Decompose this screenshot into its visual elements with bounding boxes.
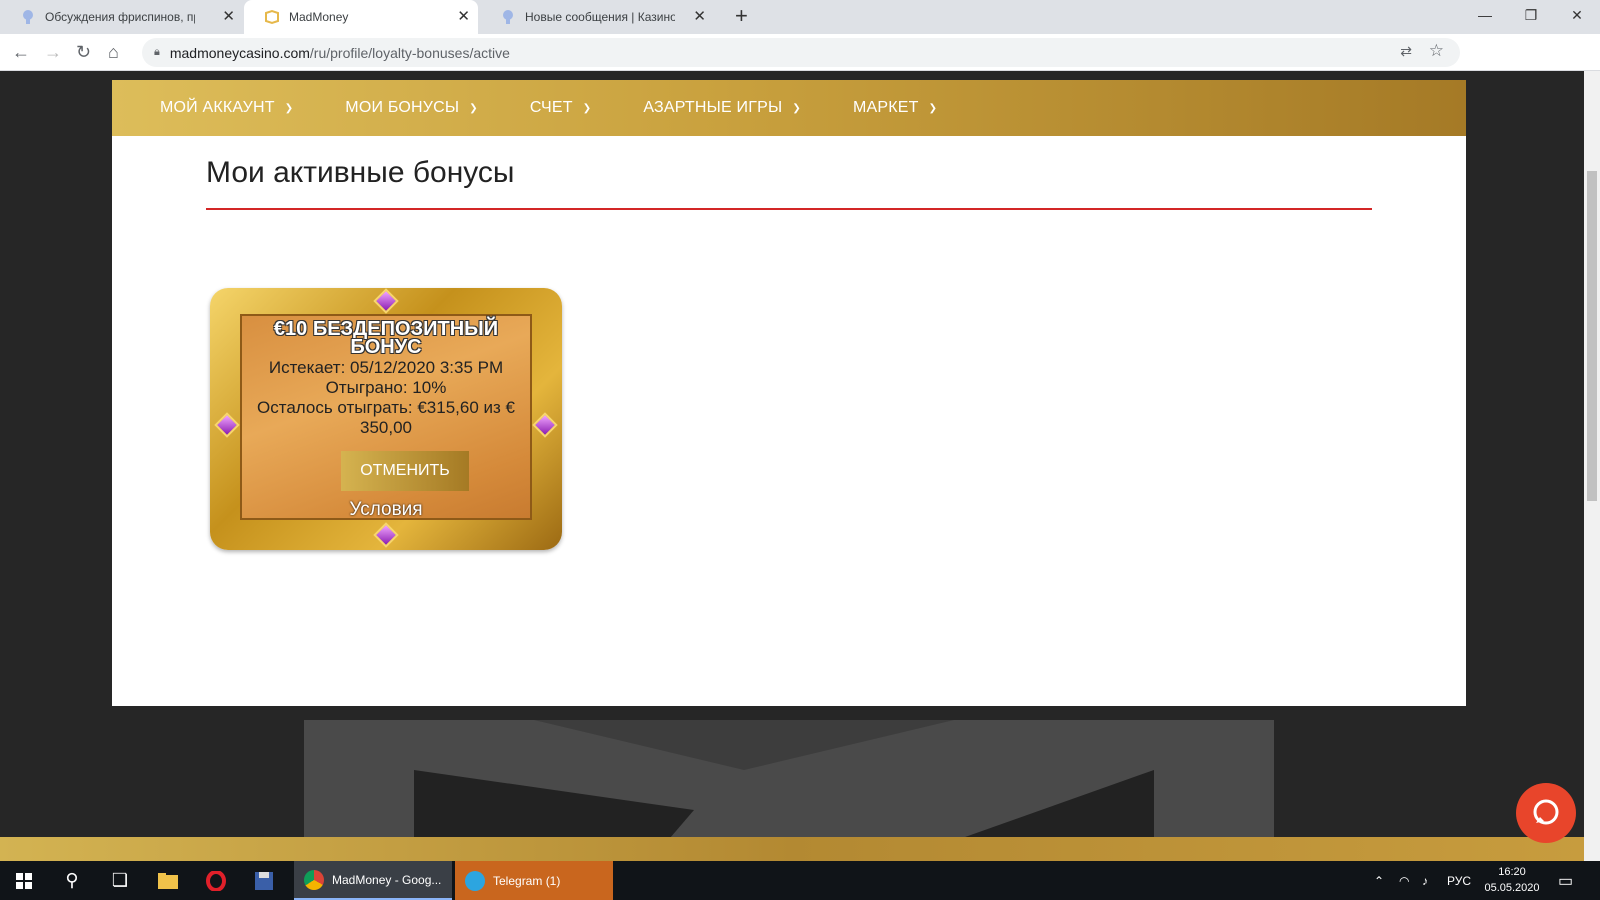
cancel-bonus-button[interactable]: ОТМЕНИТЬ xyxy=(341,451,469,491)
reload-icon[interactable]: ↻ xyxy=(76,41,91,63)
bonus-expires: Истекает: 05/12/2020 3:35 PM xyxy=(268,358,504,377)
taskbar-app-chrome[interactable]: MadMoney - Goog... xyxy=(294,861,452,900)
lock-icon: 🔒︎ xyxy=(154,46,160,58)
bookmark-star-icon[interactable]: ☆ xyxy=(1429,41,1444,61)
tab-madmoney[interactable]: MadMoney ✕ xyxy=(244,0,478,34)
browser-toolbar: ← → ↻ ⌂ 🔒︎ madmoneycasino.com/ru/profile… xyxy=(0,34,1600,99)
save-disk-icon[interactable] xyxy=(240,861,288,900)
gem-icon xyxy=(373,522,399,548)
chat-bubble-icon xyxy=(1533,799,1559,825)
back-arrow-icon[interactable]: ← xyxy=(12,41,30,63)
address-bar[interactable]: 🔒︎ madmoneycasino.com/ru/profile/loyalty… xyxy=(142,38,1460,67)
forward-arrow-icon[interactable]: → xyxy=(44,41,62,63)
new-tab-plus-icon[interactable]: + xyxy=(735,5,748,27)
gem-icon xyxy=(373,288,399,314)
restore-button[interactable]: ❐ xyxy=(1508,0,1554,30)
live-chat-button[interactable] xyxy=(1516,783,1576,843)
title-divider xyxy=(206,208,1372,210)
bonus-title: €10 БЕЗДЕПОЗИТНЫЙ БОНУС xyxy=(273,318,499,358)
nav-market[interactable]: МАРКЕТ ❯ xyxy=(853,99,937,117)
url-path: /ru/profile/loyalty-bonuses/active xyxy=(309,44,510,61)
chevron-down-icon: ❯ xyxy=(469,102,478,114)
windows-start-icon[interactable] xyxy=(0,861,48,900)
gem-icon xyxy=(532,412,558,438)
tab-title: MadMoney xyxy=(289,10,349,24)
system-clock[interactable]: 16:20 05.05.2020 xyxy=(1482,864,1542,896)
chevron-down-icon: ❯ xyxy=(582,102,592,114)
main-content: Мои активные бонусы €10 БЕЗДЕПОЗИТНЫЙ БО… xyxy=(112,136,1466,706)
bonus-terms-link[interactable]: Условия xyxy=(240,499,532,521)
tab-close-icon[interactable]: ✕ xyxy=(222,9,235,25)
forum-favicon-icon xyxy=(500,9,516,25)
chevron-down-icon: ❯ xyxy=(284,102,294,114)
opera-icon[interactable] xyxy=(192,861,240,900)
wifi-icon[interactable]: ◠ xyxy=(1399,861,1409,900)
tab-close-icon[interactable]: ✕ xyxy=(693,9,706,25)
madmoney-favicon-icon xyxy=(264,9,280,25)
notifications-icon[interactable]: ▭ xyxy=(1558,861,1573,900)
clock-date: 05.05.2020 xyxy=(1484,882,1540,894)
tab-new-messages[interactable]: Новые сообщения | Казино фор ✕ xyxy=(480,0,714,34)
scrollbar-thumb[interactable] xyxy=(1587,171,1597,501)
nav-account[interactable]: СЧЕТ ❯ xyxy=(530,99,592,117)
telegram-icon xyxy=(465,870,485,891)
windows-taskbar: ⚲ ❏ MadMoney - Goog... Telegram (1) ⌃ ◠ … xyxy=(0,861,1600,900)
tab-close-icon[interactable]: ✕ xyxy=(457,9,470,25)
language-indicator[interactable]: РУС xyxy=(1447,861,1471,900)
page-title: Мои активные бонусы xyxy=(206,156,515,189)
forum-favicon-icon xyxy=(20,9,36,25)
url-host: madmoneycasino.com xyxy=(169,44,310,61)
volume-icon[interactable]: ♪ xyxy=(1422,861,1428,900)
footer-gold-strip xyxy=(0,837,1584,861)
tab-title: Обсуждения фриспинов, промо xyxy=(45,10,195,24)
gem-icon xyxy=(214,412,240,438)
chevron-down-icon: ❯ xyxy=(928,102,938,114)
nav-my-bonuses[interactable]: МОИ БОНУСЫ ❯ xyxy=(345,99,478,117)
nav-gambling-games[interactable]: АЗАРТНЫЕ ИГРЫ ❯ xyxy=(643,99,801,117)
bonus-card: €10 БЕЗДЕПОЗИТНЫЙ БОНУС Истекает: 05/12/… xyxy=(210,288,562,550)
bonus-remaining: Осталось отыграть: €315,60 из € 350,00 xyxy=(257,398,515,437)
page-scrollbar[interactable] xyxy=(1584,71,1600,861)
chrome-icon xyxy=(304,869,324,890)
site-nav: МОЙ АККАУНТ ❯ МОИ БОНУСЫ ❯ СЧЕТ ❯ АЗАРТНЫЕ … xyxy=(112,80,1466,136)
taskbar-app-telegram[interactable]: Telegram (1) xyxy=(455,861,613,900)
task-view-icon[interactable]: ❏ xyxy=(96,861,144,900)
close-window-button[interactable]: ✕ xyxy=(1554,0,1600,30)
home-icon[interactable]: ⌂ xyxy=(108,41,119,63)
minimize-button[interactable]: — xyxy=(1462,0,1508,30)
chevron-down-icon: ❯ xyxy=(792,102,801,114)
file-explorer-icon[interactable] xyxy=(144,861,192,900)
nav-my-account[interactable]: МОЙ АККАУНТ ❯ xyxy=(160,99,293,117)
search-icon[interactable]: ⚲ xyxy=(48,861,96,900)
bonus-wagered: Отыграно: 10% xyxy=(325,378,447,397)
tab-discussions[interactable]: Обсуждения фриспинов, промо ✕ xyxy=(0,0,243,34)
translate-icon[interactable]: ⇄ xyxy=(1400,43,1412,60)
tray-chevron-up-icon[interactable]: ⌃ xyxy=(1374,861,1384,900)
page-viewport: МОЙ АККАУНТ ❯ МОИ БОНУСЫ ❯ СЧЕТ ❯ АЗАРТНЫЕ … xyxy=(0,71,1584,861)
clock-time: 16:20 xyxy=(1498,866,1526,878)
browser-tab-bar: Обсуждения фриспинов, промо ✕ MadMoney ✕… xyxy=(0,0,1600,34)
tab-title: Новые сообщения | Казино фор xyxy=(525,10,675,24)
